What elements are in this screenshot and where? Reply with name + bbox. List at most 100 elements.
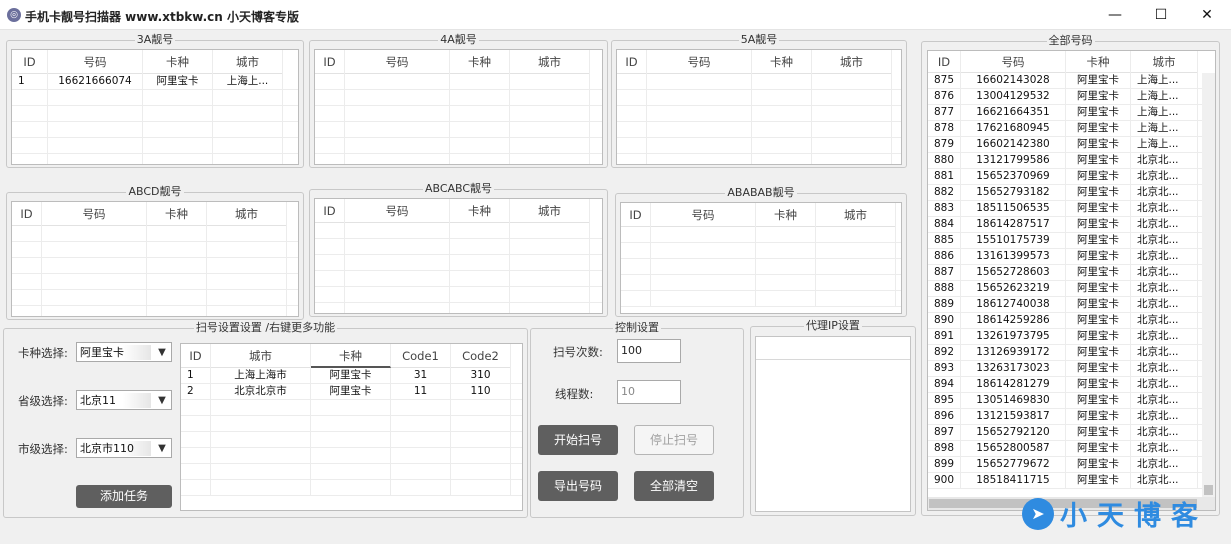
province-select[interactable]: 北京11 ▼ [76, 390, 172, 410]
table-row[interactable]: 885 15510175739 阿里宝卡 北京北... [928, 233, 1202, 249]
table-row[interactable]: 889 18612740038 阿里宝卡 北京北... [928, 297, 1202, 313]
table-row[interactable]: 1 16621666074 阿里宝卡 上海上... [12, 74, 298, 90]
header-city[interactable]: 城市 [207, 202, 287, 226]
header-id[interactable]: ID [315, 50, 345, 74]
table-row[interactable]: 882 15652793182 阿里宝卡 北京北... [928, 185, 1202, 201]
header-code2[interactable]: Code2 [451, 344, 511, 368]
header-number[interactable]: 号码 [42, 202, 147, 226]
header-city[interactable]: 城市 [816, 203, 896, 227]
header-number[interactable]: 号码 [48, 50, 143, 74]
header-card[interactable]: 卡种 [450, 50, 510, 74]
table-row[interactable]: 894 18614281279 阿里宝卡 北京北... [928, 377, 1202, 393]
table-row[interactable]: 886 13161399573 阿里宝卡 北京北... [928, 249, 1202, 265]
cell-card: 阿里宝卡 [1066, 121, 1131, 137]
header-card[interactable]: 卡种 [450, 199, 510, 223]
table-row[interactable]: 1 上海上海市 阿里宝卡 31 310 [181, 368, 522, 384]
grid-3a[interactable]: ID 号码 卡种 城市 1 16621666074 阿里宝卡 上海上... [11, 49, 299, 165]
cell-card: 阿里宝卡 [1066, 185, 1131, 201]
header-code1[interactable]: Code1 [391, 344, 451, 368]
cell-city: 北京北... [1131, 201, 1198, 217]
header-city[interactable]: 城市 [211, 344, 311, 368]
vertical-scrollbar[interactable] [1202, 73, 1215, 497]
card-type-select[interactable]: 阿里宝卡 ▼ [76, 342, 172, 362]
header-id[interactable]: ID [617, 50, 647, 74]
task-grid[interactable]: ID 城市 卡种 Code1 Code2 1 上海上海市 阿里宝卡 31 310… [180, 343, 523, 511]
header-id[interactable]: ID [12, 202, 42, 226]
cell-id: 882 [928, 185, 961, 201]
header-id[interactable]: ID [181, 344, 211, 368]
header-number[interactable]: 号码 [345, 50, 450, 74]
threads-input[interactable]: 10 [617, 380, 681, 404]
table-row[interactable]: 897 15652792120 阿里宝卡 北京北... [928, 425, 1202, 441]
table-row[interactable]: 888 15652623219 阿里宝卡 北京北... [928, 281, 1202, 297]
header-number[interactable]: 号码 [651, 203, 756, 227]
add-task-button[interactable]: 添加任务 [76, 485, 172, 508]
header-id[interactable]: ID [315, 199, 345, 223]
export-numbers-button[interactable]: 导出号码 [538, 471, 618, 501]
all-numbers-grid[interactable]: ID 号码 卡种 城市 875 16602143028 阿里宝卡 上海上... 876 1… [927, 50, 1216, 511]
cell-number: 15652728603 [961, 265, 1066, 281]
header-id[interactable]: ID [621, 203, 651, 227]
cell-number: 13161399573 [961, 249, 1066, 265]
table-row[interactable]: 876 13004129532 阿里宝卡 上海上... [928, 89, 1202, 105]
grid-5a[interactable]: ID 号码 卡种 城市 [616, 49, 902, 165]
header-card[interactable]: 卡种 [147, 202, 207, 226]
table-row[interactable]: 898 15652800587 阿里宝卡 北京北... [928, 441, 1202, 457]
header-card[interactable]: 卡种 [752, 50, 812, 74]
start-scan-button[interactable]: 开始扫号 [538, 425, 618, 455]
grid-abcd[interactable]: ID 号码 卡种 城市 [11, 201, 299, 317]
minimize-button[interactable]: — [1092, 0, 1138, 30]
header-city[interactable]: 城市 [812, 50, 892, 74]
table-row[interactable]: 892 13126939172 阿里宝卡 北京北... [928, 345, 1202, 361]
stop-scan-button[interactable]: 停止扫号 [634, 425, 714, 455]
table-row[interactable]: 879 16602142380 阿里宝卡 上海上... [928, 137, 1202, 153]
table-row[interactable]: 887 15652728603 阿里宝卡 北京北... [928, 265, 1202, 281]
header-number[interactable]: 号码 [961, 51, 1066, 73]
grid-abcabc[interactable]: ID 号码 卡种 城市 [314, 198, 603, 314]
clear-all-button[interactable]: 全部清空 [634, 471, 714, 501]
header-card[interactable]: 卡种 [311, 344, 391, 368]
table-row[interactable]: 891 13261973795 阿里宝卡 北京北... [928, 329, 1202, 345]
table-row[interactable]: 878 17621680945 阿里宝卡 上海上... [928, 121, 1202, 137]
table-row[interactable]: 896 13121593817 阿里宝卡 北京北... [928, 409, 1202, 425]
cell-card: 阿里宝卡 [1066, 377, 1131, 393]
cell-id: 890 [928, 313, 961, 329]
table-row[interactable]: 895 13051469830 阿里宝卡 北京北... [928, 393, 1202, 409]
cell-id: 896 [928, 409, 961, 425]
table-row[interactable]: 2 北京北京市 阿里宝卡 11 110 [181, 384, 522, 400]
cell-number: 13004129532 [961, 89, 1066, 105]
cell-city: 北京北京市 [211, 384, 311, 400]
proxy-ip-textarea[interactable] [755, 336, 911, 512]
paper-plane-icon: ➤ [1022, 497, 1054, 530]
grid-4a[interactable]: ID 号码 卡种 城市 [314, 49, 603, 165]
table-row[interactable]: 883 18511506535 阿里宝卡 北京北... [928, 201, 1202, 217]
table-row[interactable]: 875 16602143028 阿里宝卡 上海上... [928, 73, 1202, 89]
header-card[interactable]: 卡种 [143, 50, 213, 74]
table-row[interactable]: 893 13263173023 阿里宝卡 北京北... [928, 361, 1202, 377]
header-city[interactable]: 城市 [1131, 51, 1198, 73]
header-number[interactable]: 号码 [647, 50, 752, 74]
table-row[interactable]: 890 18614259286 阿里宝卡 北京北... [928, 313, 1202, 329]
table-row[interactable]: 877 16621664351 阿里宝卡 上海上... [928, 105, 1202, 121]
header-card[interactable]: 卡种 [756, 203, 816, 227]
cell-number: 18518411715 [961, 473, 1066, 489]
header-number[interactable]: 号码 [345, 199, 450, 223]
table-row[interactable]: 881 15652370969 阿里宝卡 北京北... [928, 169, 1202, 185]
table-row[interactable]: 884 18614287517 阿里宝卡 北京北... [928, 217, 1202, 233]
table-row[interactable]: 899 15652779672 阿里宝卡 北京北... [928, 457, 1202, 473]
city-select[interactable]: 北京市110 ▼ [76, 438, 172, 458]
header-id[interactable]: ID [928, 51, 961, 73]
header-id[interactable]: ID [12, 50, 48, 74]
table-row[interactable]: 880 13121799586 阿里宝卡 北京北... [928, 153, 1202, 169]
table-row[interactable]: 900 18518411715 阿里宝卡 北京北... [928, 473, 1202, 489]
cell-id: 1 [12, 74, 48, 90]
header-city[interactable]: 城市 [510, 50, 590, 74]
group-title-scan: 扫号设置设置 /右键更多功能 [193, 321, 338, 334]
header-city[interactable]: 城市 [510, 199, 590, 223]
header-city[interactable]: 城市 [213, 50, 283, 74]
header-card[interactable]: 卡种 [1066, 51, 1131, 73]
close-button[interactable]: ✕ [1184, 0, 1230, 30]
maximize-button[interactable]: ☐ [1138, 0, 1184, 30]
grid-ababab[interactable]: ID 号码 卡种 城市 [620, 202, 902, 314]
scan-count-input[interactable]: 100 [617, 339, 681, 363]
